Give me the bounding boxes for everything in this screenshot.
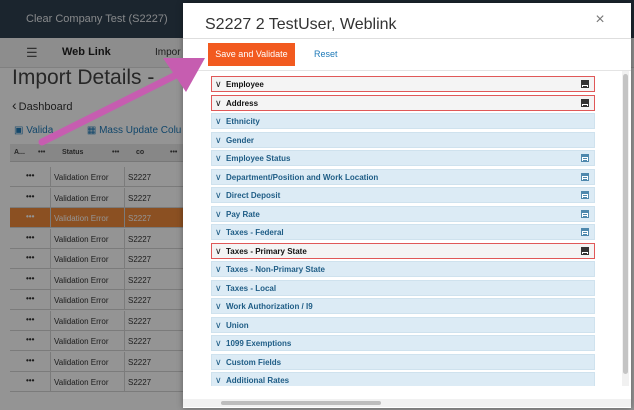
annotation-arrow — [38, 58, 205, 146]
arrow-shaft — [38, 68, 186, 146]
